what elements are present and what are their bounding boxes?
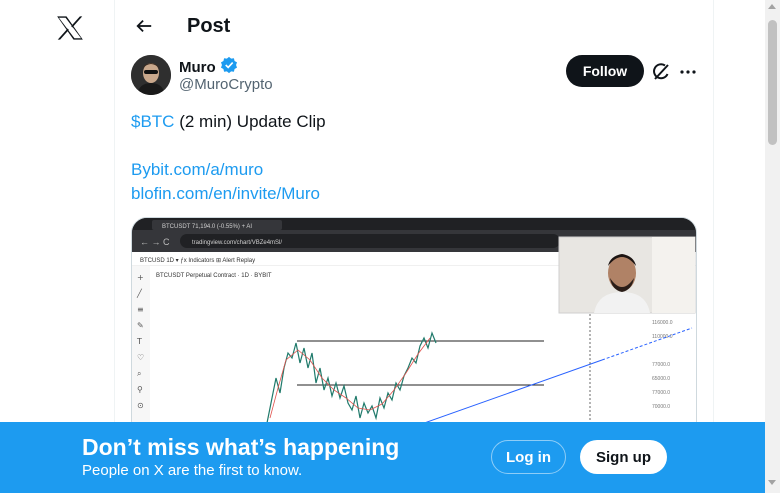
banner-title: Don’t miss what’s happening [82,434,400,460]
scroll-up-icon[interactable] [768,4,776,9]
bybit-link[interactable]: Bybit.com/a/muro [131,160,263,179]
tweet-text: $BTC (2 min) Update Clip Bybit.com/a/mur… [131,110,699,206]
grok-icon[interactable] [649,60,673,84]
svg-text:≡: ≡ [137,305,144,314]
browser-url: tradingview.com/chart/VBZe4mSl/ [192,240,282,246]
tweet-line-3: Bybit.com/a/muro [131,158,699,182]
avatar[interactable] [131,55,171,95]
back-arrow-icon[interactable] [127,9,161,43]
left-rail [0,0,114,493]
scroll-thumb[interactable] [768,20,777,145]
tweet-line-1: $BTC (2 min) Update Clip [131,110,699,134]
svg-text:77000.0: 77000.0 [652,390,670,396]
svg-text:T: T [136,337,142,346]
scroll-down-icon[interactable] [768,480,776,485]
svg-text:✎: ✎ [137,321,144,330]
chart-symbol: BTCUSDT Perpetual Contract · 1D · BYBIT [156,273,272,279]
blofin-link[interactable]: blofin.com/en/invite/Muro [131,184,320,203]
browser-tab-title: BTCUSDT 71,194.0 (-0.55%) + AI [162,224,252,230]
cashtag-link[interactable]: $BTC [131,112,174,131]
tweet-body: (2 min) Update Clip [174,112,326,131]
video-media[interactable]: BTCUSDT 71,194.0 (-0.55%) + AI ← → C tra… [131,217,697,437]
page-scrollbar[interactable] [765,0,780,493]
banner-subtitle: People on X are the first to know. [82,462,303,479]
signup-button[interactable]: Sign up [580,440,667,474]
post-header: Post [115,0,713,53]
main-column: Post Muro @MuroCrypto Follow $BTC (2 min… [114,0,714,493]
svg-text:70000.0: 70000.0 [652,404,670,410]
svg-text:116000.0: 116000.0 [652,320,673,326]
author-handle[interactable]: @MuroCrypto [179,76,273,93]
more-icon[interactable] [676,60,700,84]
author-name[interactable]: Muro [179,59,216,76]
tweet-line-4: blofin.com/en/invite/Muro [131,182,699,206]
follow-button[interactable]: Follow [566,55,644,87]
svg-text:⌕: ⌕ [137,369,141,378]
svg-text:+: + [137,273,144,282]
svg-text:⚲: ⚲ [137,385,143,394]
page-title: Post [187,15,231,37]
x-logo-icon[interactable] [52,10,88,46]
svg-text:65000.0: 65000.0 [652,376,670,382]
login-button[interactable]: Log in [491,440,566,474]
svg-text:77000.0: 77000.0 [652,362,670,368]
svg-text:← → C: ← → C [140,237,170,247]
svg-text:♡: ♡ [137,353,144,362]
svg-text:BTCUSD 1D ▾ ƒx Indicators: BTCUSD 1D ▾ ƒx Indicators ⊞ Alert Replay [140,258,255,264]
svg-text:⊙: ⊙ [137,401,144,410]
svg-text:110000.0: 110000.0 [652,334,673,340]
